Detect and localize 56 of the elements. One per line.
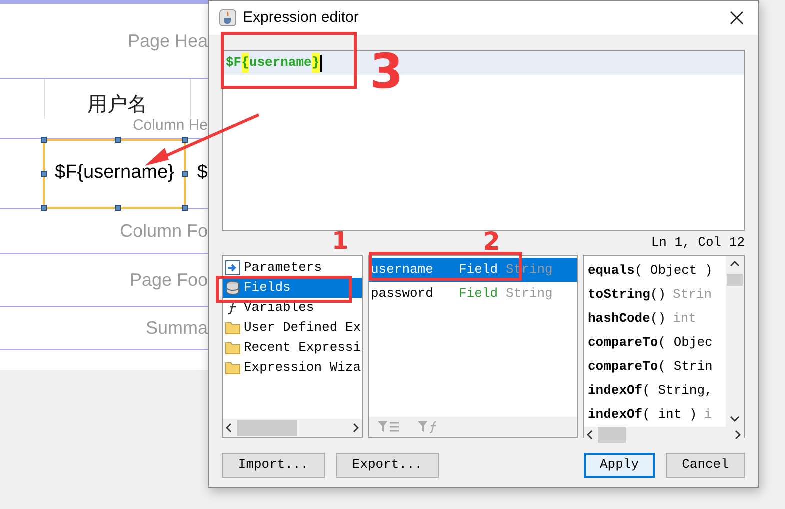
category-item[interactable]: Fields	[223, 278, 362, 298]
column-header-cell[interactable]: 用户名	[44, 79, 191, 119]
export-import-button[interactable]: Export...	[336, 452, 439, 478]
category-item[interactable]: Parameters	[223, 258, 362, 278]
export-import-button[interactable]: Import...	[222, 452, 325, 478]
folder-icon	[225, 341, 241, 355]
method-item[interactable]: toString() Strin	[584, 283, 726, 307]
category-item[interactable]: Variables	[223, 298, 362, 318]
method-item[interactable]: compareTo( Objec	[584, 331, 726, 355]
scrollbar-thumb[interactable]	[598, 427, 626, 443]
dialog-button[interactable]: Apply	[584, 452, 655, 478]
annotation-number: 2	[483, 229, 500, 254]
method-item[interactable]: hashCode() int	[584, 307, 726, 331]
annotation-number: 1	[332, 229, 349, 253]
resize-handle[interactable]	[182, 204, 188, 210]
method-item[interactable]: indexOf( int ) i	[584, 403, 726, 427]
field-item[interactable]: password Field String	[369, 282, 577, 306]
resize-handle[interactable]	[182, 170, 188, 176]
category-item[interactable]: Recent Expressi	[223, 338, 362, 358]
resize-handle[interactable]	[41, 170, 47, 176]
method-item[interactable]: compareTo( Strin	[584, 355, 726, 379]
coffee-cup-icon	[219, 9, 237, 27]
vertical-scrollbar[interactable]	[726, 256, 744, 427]
field-type: Field	[459, 261, 498, 280]
band-label: Summa	[146, 316, 208, 340]
text-field-element[interactable]: $	[197, 159, 208, 188]
field-type: Field	[459, 285, 498, 304]
resize-handle[interactable]	[115, 136, 121, 142]
folder-icon	[225, 361, 241, 375]
resize-handle[interactable]	[182, 136, 188, 142]
resize-handle[interactable]	[41, 136, 47, 142]
window-title: Expression editor	[243, 8, 359, 28]
database-icon	[225, 280, 241, 296]
band-label: Page Hea	[128, 30, 208, 53]
method-item[interactable]: indexOf( String,	[584, 379, 726, 403]
cursor-position: Ln 1, Col 12	[651, 234, 745, 252]
close-icon[interactable]	[730, 11, 744, 25]
category-item[interactable]: User Defined Ex	[223, 318, 362, 338]
expression-text: $F{username}	[226, 53, 322, 73]
annotation-number: 3	[370, 48, 404, 96]
horizontal-scrollbar[interactable]	[584, 427, 744, 443]
scrollbar-thumb[interactable]	[237, 420, 297, 436]
band-label: Page Foo	[130, 268, 208, 292]
field-name: password	[371, 285, 434, 304]
scrollbar-thumb[interactable]	[727, 274, 743, 286]
parameters-icon	[225, 260, 241, 276]
field-name: username	[371, 261, 434, 280]
horizontal-scrollbar[interactable]	[223, 419, 362, 437]
dialog-button[interactable]: Cancel	[666, 452, 745, 478]
resize-handle[interactable]	[41, 204, 47, 210]
field-class: String	[506, 285, 553, 304]
resize-handle[interactable]	[115, 204, 121, 210]
category-item[interactable]: Expression Wiza	[223, 358, 362, 378]
folder-icon	[225, 321, 241, 335]
band-label: Column Fo	[120, 220, 208, 242]
method-item[interactable]: equals( Object )	[584, 259, 726, 283]
